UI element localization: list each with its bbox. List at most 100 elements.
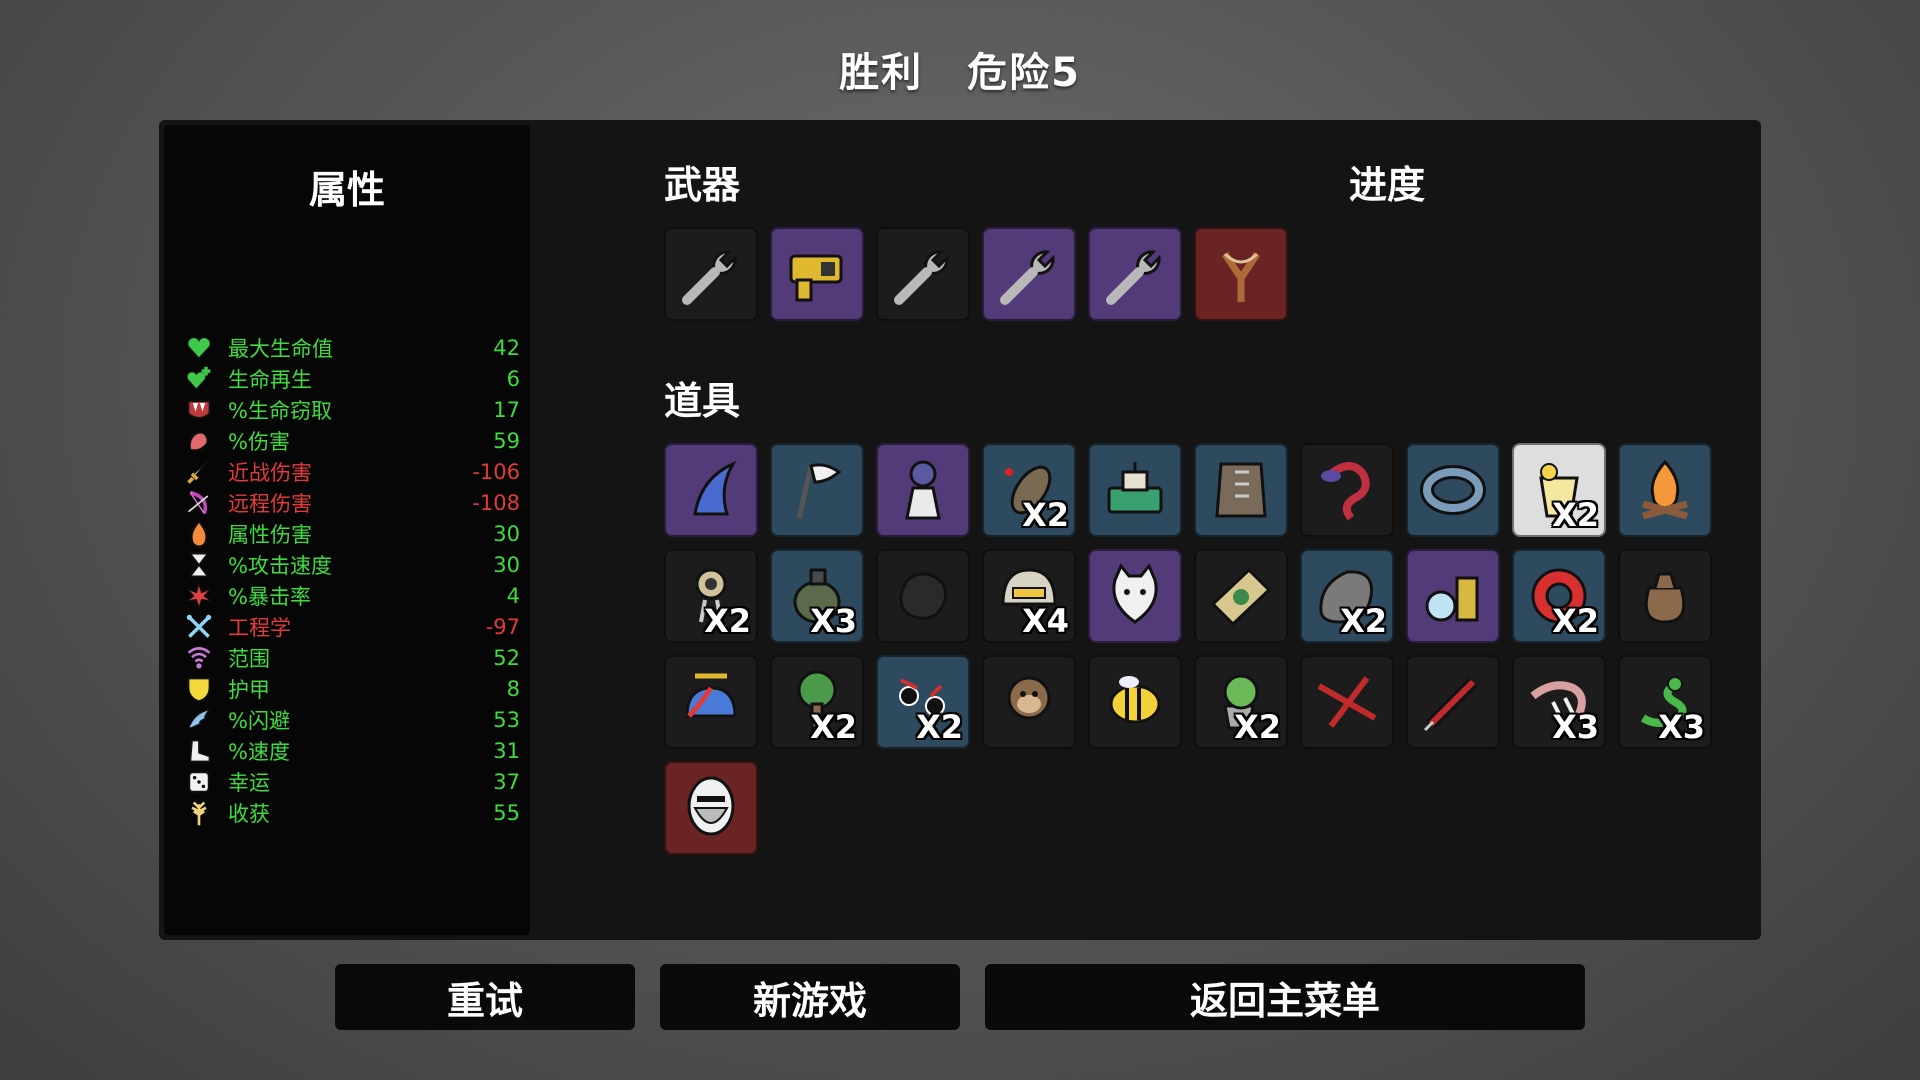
stat-label: %闪避 (228, 708, 290, 733)
stat-label: 收获 (228, 801, 270, 826)
sword-icon (184, 457, 214, 487)
item-count: X2 (704, 602, 751, 640)
item-slot[interactable]: X3 (1512, 655, 1606, 749)
stat-value: 53 (493, 707, 520, 732)
item-slot[interactable]: X2 (876, 655, 970, 749)
stat-row[interactable]: %闪避 53 (184, 704, 520, 735)
item-slot[interactable]: X2 (1194, 655, 1288, 749)
item-slot[interactable] (982, 655, 1076, 749)
item-count: X2 (1022, 496, 1069, 534)
progress-title: 进度 (1349, 163, 1426, 207)
stat-value: 55 (493, 800, 520, 825)
bee-icon (1099, 666, 1171, 738)
weapon-slot[interactable] (664, 227, 758, 321)
stat-row[interactable]: 近战伤害 -106 (184, 456, 520, 487)
item-slot[interactable] (1088, 549, 1182, 643)
item-slot[interactable]: X2 (1300, 549, 1394, 643)
stat-value: 31 (493, 738, 520, 763)
stat-row[interactable]: 范围 52 (184, 642, 520, 673)
stat-row[interactable]: %速度 31 (184, 735, 520, 766)
stat-row[interactable]: 护甲 8 (184, 673, 520, 704)
coal-icon (887, 560, 959, 632)
weapon-slot[interactable] (1088, 227, 1182, 321)
item-count: X2 (1234, 708, 1281, 746)
stat-row[interactable]: 工程学 -97 (184, 611, 520, 642)
item-slot[interactable] (1300, 443, 1394, 537)
stat-row[interactable]: %伤害 59 (184, 425, 520, 456)
stat-value: -108 (472, 490, 520, 515)
item-slot[interactable] (1406, 549, 1500, 643)
stat-row[interactable]: 远程伤害 -108 (184, 487, 520, 518)
stat-row[interactable]: 生命再生 6 (184, 363, 520, 394)
item-slot[interactable] (1088, 443, 1182, 537)
stat-label: 范围 (228, 646, 270, 671)
item-slot[interactable] (1300, 655, 1394, 749)
weapon-slot[interactable] (982, 227, 1076, 321)
stat-value: -97 (485, 614, 520, 639)
item-slot[interactable]: X2 (1512, 549, 1606, 643)
item-slot[interactable]: X3 (770, 549, 864, 643)
item-slot[interactable] (1618, 549, 1712, 643)
leather-vest-icon (1205, 454, 1277, 526)
stat-row[interactable]: %暴击率 4 (184, 580, 520, 611)
stat-row[interactable]: %生命窃取 17 (184, 394, 520, 425)
hooded-figure-icon (887, 454, 959, 526)
item-count: X2 (1552, 496, 1599, 534)
item-count: X3 (1658, 708, 1705, 746)
heart-plus-icon (184, 364, 214, 394)
item-slot[interactable]: X4 (982, 549, 1076, 643)
stat-value: -106 (472, 459, 520, 484)
item-slot[interactable] (664, 761, 758, 855)
stat-value: 37 (493, 769, 520, 794)
boot-icon (184, 736, 214, 766)
stat-row[interactable]: 幸运 37 (184, 766, 520, 797)
item-count: X3 (1552, 708, 1599, 746)
item-count: X2 (1340, 602, 1387, 640)
items-title: 道具 (664, 379, 741, 423)
stat-label: 幸运 (228, 770, 270, 795)
item-count: X4 (1022, 602, 1069, 640)
item-slot[interactable]: X2 (982, 443, 1076, 537)
item-slot[interactable] (1194, 443, 1288, 537)
item-slot[interactable] (1406, 443, 1500, 537)
stats-title: 属性 (308, 168, 385, 212)
weapon-slot[interactable] (1194, 227, 1288, 321)
dodge-wing-icon (184, 705, 214, 735)
stat-value: 6 (506, 366, 520, 391)
ring-icon (1417, 454, 1489, 526)
item-slot[interactable]: X3 (1618, 655, 1712, 749)
stat-row[interactable]: 属性伤害 30 (184, 518, 520, 549)
stat-label: 远程伤害 (228, 491, 312, 516)
propeller-cap-icon (675, 666, 747, 738)
item-slot[interactable] (876, 443, 970, 537)
weapon-slot[interactable] (876, 227, 970, 321)
item-slot[interactable]: X2 (770, 655, 864, 749)
item-slot[interactable] (664, 443, 758, 537)
item-slot[interactable] (664, 655, 758, 749)
tongue-icon (1311, 454, 1383, 526)
retry-button[interactable]: 重试 (335, 964, 635, 1030)
new-game-button[interactable]: 新游戏 (660, 964, 960, 1030)
item-slot[interactable] (770, 443, 864, 537)
stat-row[interactable]: %攻击速度 30 (184, 549, 520, 580)
stat-label: 最大生命值 (228, 336, 333, 361)
stat-label: %生命窃取 (228, 398, 332, 423)
weapon-slot[interactable] (770, 227, 864, 321)
stat-row[interactable]: 收获 55 (184, 797, 520, 828)
item-slot[interactable] (1088, 655, 1182, 749)
stat-row[interactable]: 最大生命值 42 (184, 332, 520, 363)
item-slot[interactable]: X2 (1512, 443, 1606, 537)
item-slot[interactable] (1194, 549, 1288, 643)
item-slot[interactable] (876, 549, 970, 643)
stat-label: 护甲 (228, 677, 270, 702)
item-slot[interactable] (1406, 655, 1500, 749)
danger-label: 危险5 (967, 50, 1081, 96)
item-slot[interactable]: X2 (664, 549, 758, 643)
wrench-icon (887, 238, 959, 310)
item-slot[interactable] (1618, 443, 1712, 537)
item-count: X2 (1552, 602, 1599, 640)
shield-icon (184, 674, 214, 704)
result-title: 胜利 危险5 (0, 40, 1920, 98)
stat-label: %攻击速度 (228, 553, 332, 578)
main-menu-button[interactable]: 返回主菜单 (985, 964, 1585, 1030)
